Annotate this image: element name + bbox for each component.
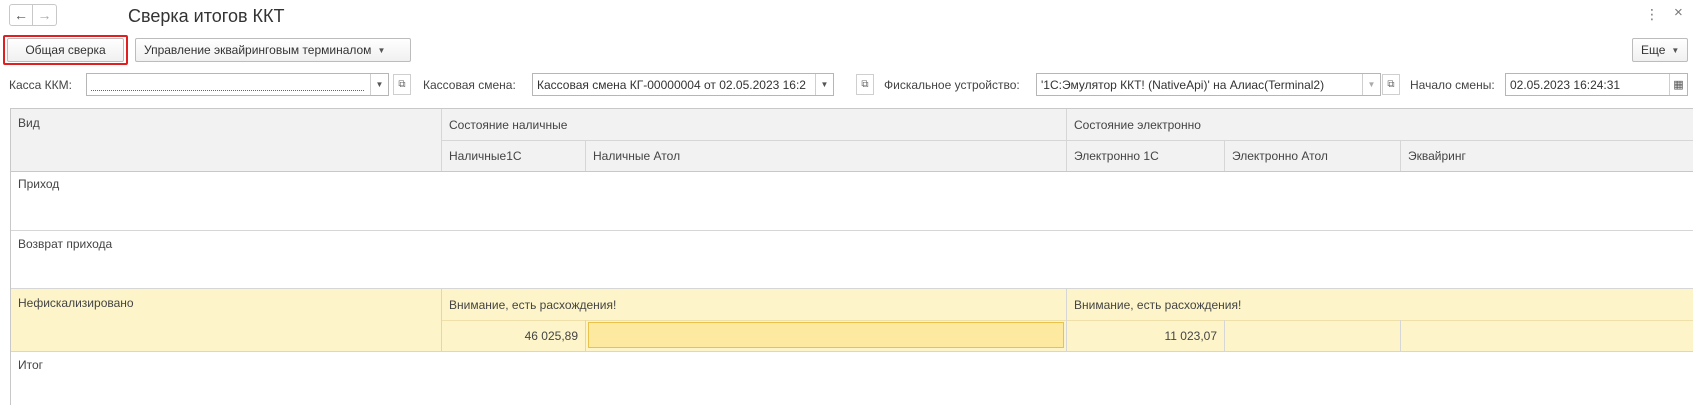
fiscal-device-select[interactable]: '1С:Эмулятор ККТ! (NativeApi)' на Алиас(… — [1036, 73, 1381, 96]
general-check-button[interactable]: Общая сверка — [7, 38, 124, 62]
group-header-electronic: Состояние электронно — [1066, 109, 1693, 140]
more-vertical-icon[interactable]: ⋮ — [1645, 6, 1659, 23]
start-date-field[interactable]: 02.05.2023 16:24:31 ▦ — [1505, 73, 1688, 96]
calendar-icon[interactable]: ▦ — [1669, 74, 1687, 95]
shift-value: Кассовая смена КГ-00000004 от 02.05.2023… — [537, 77, 806, 92]
chevron-down-icon[interactable]: ▼ — [815, 74, 833, 95]
acquiring-menu-button[interactable]: Управление эквайринговым терминалом ▼ — [135, 38, 411, 62]
electronic-warning-text: Внимание, есть расхождения! — [1066, 289, 1693, 320]
chevron-down-icon[interactable]: ▼ — [1362, 74, 1380, 95]
start-label: Начало смены: — [1410, 78, 1495, 92]
cash-warning-text: Внимание, есть расхождения! — [441, 289, 1066, 320]
col-header-cash-atol[interactable]: Наличные Атол — [585, 140, 1066, 171]
chevron-down-icon: ▼ — [1671, 45, 1680, 55]
cash-atol-cell[interactable] — [585, 320, 1066, 351]
open-icon[interactable]: ⧉ — [856, 74, 874, 95]
arrow-left-icon: ← — [14, 7, 28, 23]
row-kind-total: Итог — [18, 358, 44, 372]
cash-1c-value[interactable]: 46 025,89 — [441, 320, 585, 351]
forward-button[interactable]: → — [33, 4, 57, 26]
shift-label: Кассовая смена: — [423, 78, 516, 92]
col-header-kind[interactable]: Вид — [11, 109, 441, 137]
reconciliation-table: Вид Состояние наличные Состояние электро… — [10, 108, 1693, 405]
acquiring-cell[interactable] — [1400, 320, 1693, 351]
kassa-select[interactable]: ▼ — [86, 73, 389, 96]
close-icon[interactable]: × — [1674, 4, 1683, 21]
col-header-el-atol[interactable]: Электронно Атол — [1224, 140, 1400, 171]
chevron-down-icon: ▼ — [377, 45, 386, 55]
fiscal-device-value: '1С:Эмулятор ККТ! (NativeApi)' на Алиас(… — [1041, 77, 1325, 92]
start-date-value: 02.05.2023 16:24:31 — [1510, 77, 1621, 92]
open-icon[interactable]: ⧉ — [393, 74, 411, 95]
row-kind-income: Приход — [18, 177, 60, 191]
col-header-acquiring[interactable]: Эквайринг — [1400, 140, 1693, 171]
group-header-cash: Состояние наличные — [441, 109, 1066, 140]
kassa-label: Касса ККМ: — [9, 78, 72, 92]
table-row[interactable]: Приход — [11, 172, 1693, 230]
row-kind-income-return: Возврат прихода — [18, 237, 113, 251]
required-underline — [91, 90, 364, 91]
el-1c-value[interactable]: 11 023,07 — [1066, 320, 1224, 351]
col-header-cash-1c[interactable]: Наличные1С — [441, 140, 585, 171]
table-row-total[interactable]: Итог — [11, 351, 1693, 406]
page-title: Сверка итогов ККТ — [128, 6, 285, 26]
acquiring-menu-label: Управление эквайринговым терминалом — [144, 43, 372, 57]
more-menu-label: Еще — [1641, 43, 1666, 57]
table-row-warning[interactable]: Нефискализировано Внимание, есть расхожд… — [11, 289, 1693, 351]
el-atol-cell[interactable] — [1224, 320, 1400, 351]
row-kind-nonfiscal: Нефискализировано — [18, 296, 134, 310]
shift-select[interactable]: Кассовая смена КГ-00000004 от 02.05.2023… — [532, 73, 834, 96]
more-menu-button[interactable]: Еще ▼ — [1632, 38, 1688, 62]
fiscal-label: Фискальное устройство: — [884, 78, 1020, 92]
col-header-el-1c[interactable]: Электронно 1С — [1066, 140, 1224, 171]
table-row[interactable]: Возврат прихода — [11, 230, 1693, 288]
back-button[interactable]: ← — [9, 4, 33, 26]
selected-cell — [588, 322, 1064, 348]
arrow-right-icon: → — [37, 7, 52, 23]
open-icon[interactable]: ⧉ — [1382, 74, 1400, 95]
chevron-down-icon[interactable]: ▼ — [370, 74, 388, 95]
